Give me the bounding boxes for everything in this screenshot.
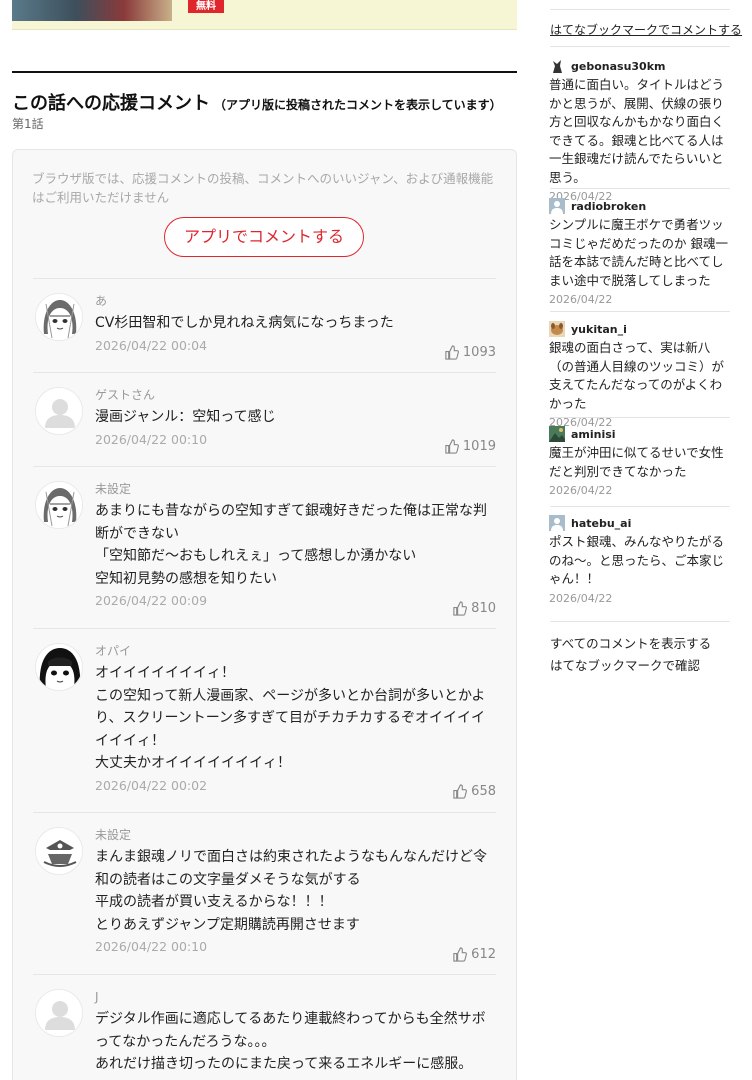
- dog-icon: [549, 321, 565, 337]
- bookmark-date: 2026/04/22: [549, 484, 613, 497]
- comment-text: あまりにも昔ながらの空知すぎて銀魂好きだった俺は正常な判 断ができない 「空知節だ～…: [95, 503, 487, 587]
- comment-item: 未設定 あまりにも昔ながらの空知すぎて銀魂好きだった俺は正常な判 断ができない 「空…: [33, 466, 496, 628]
- comment-text: デジタル作画に適応してるあたり連載終わってからも全然サボ ってなかったんだろうな。…: [95, 1011, 486, 1072]
- comment-item: 未設定 まんま銀魂ノリで面白さは約束されたようなもんなんだけど令 和の読者はこの文…: [33, 812, 496, 974]
- comment-item: J デジタル作画に適応してるあたり連載終わってからも全然サボ ってなかったんだろう…: [33, 974, 496, 1080]
- bookmark-user[interactable]: aminisi: [571, 428, 616, 441]
- like-count: 1019: [444, 439, 496, 454]
- comment-date: 2026/04/22 00:04: [95, 337, 208, 353]
- comment-text: まんま銀魂ノリで面白さは約束されたようなもんなんだけど令 和の読者はこの文字量ダメ…: [95, 849, 487, 933]
- bookmark-comment: シンプルに魔王ボケで勇者ツッコミじゃだめだったのか 銀魂一話を本誌で読んだ時と比…: [549, 217, 728, 288]
- comment-text: CV杉田智和でしか見れねえ病気になっちまった: [95, 315, 394, 331]
- hatena-comment-link[interactable]: はてなブックマークでコメントする: [550, 21, 742, 38]
- comment-text: 漫画ジャンル：空知って感じ: [95, 409, 276, 425]
- bookmark-user[interactable]: radiobroken: [571, 200, 646, 213]
- sidebar-divider: [550, 417, 730, 418]
- comment-item: オパイ オイイイイイイイィ！ この空知って新人漫画家、ページが多いとか台詞が多いと…: [33, 628, 496, 812]
- manga-girl-avatar[interactable]: [35, 481, 83, 529]
- bookmark-item: hatebu_ai ポスト銀魂、みんなやりたがるのね～。と思ったら、ご本家じゃん…: [549, 515, 731, 605]
- comment-author: ゲストさん: [95, 388, 156, 402]
- default-user-icon: [549, 198, 565, 214]
- sidebar-divider: [550, 188, 730, 189]
- thumbs-up-icon: [453, 601, 468, 616]
- section-divider: [12, 71, 517, 73]
- comment-author: あ: [95, 294, 108, 308]
- bookmark-date: 2026/04/22: [549, 293, 613, 306]
- sidebar-divider: [550, 9, 730, 10]
- comments-section-title: この話への応援コメント （アプリ版に投稿されたコメントを表示しています）: [12, 89, 502, 115]
- section-title: この話への応援コメント: [12, 93, 210, 114]
- manga-girl-avatar[interactable]: [35, 293, 83, 341]
- character-icon: [549, 58, 565, 74]
- comment-author: オパイ: [95, 644, 132, 658]
- thumbs-up-icon: [453, 784, 468, 799]
- episode-label: 第1話: [12, 117, 44, 131]
- bookmark-date: 2026/04/22: [549, 591, 613, 605]
- comment-card: ブラウザ版では、応援コメントの投稿、コメントへのいいジャン、および通報機能はご利…: [12, 149, 517, 1080]
- bookmark-comment: ポスト銀魂、みんなやりたがるのね～。と思ったら、ご本家じゃん！！: [549, 534, 725, 586]
- bookmark-item: radiobroken シンプルに魔王ボケで勇者ツッコミじゃだめだったのか 銀魂…: [549, 198, 731, 306]
- default-user-avatar[interactable]: [35, 989, 83, 1037]
- bookmark-item: yukitan_i 銀魂の面白さって、実は新八（の普通人目線のツッコミ）が支えて…: [549, 321, 731, 429]
- manga-dark-hair-avatar[interactable]: [35, 643, 83, 691]
- thumbs-up-icon: [453, 947, 468, 962]
- comment-text: オイイイイイイイィ！ この空知って新人漫画家、ページが多いとか台詞が多いとかよ り、…: [95, 665, 486, 771]
- comment-date: 2026/04/22 00:09: [95, 593, 208, 608]
- free-badge: 無料: [188, 0, 224, 13]
- like-count: 1093: [444, 345, 496, 360]
- landscape-icon: [549, 426, 565, 442]
- section-subtitle: （アプリ版に投稿されたコメントを表示しています）: [214, 98, 502, 112]
- comment-date: 2026/04/22 00:02: [95, 777, 208, 793]
- episode-banner[interactable]: 無料: [12, 0, 517, 30]
- sidebar-divider: [550, 621, 730, 622]
- like-count: 612: [452, 947, 496, 962]
- comment-date: 2026/04/22 00:10: [95, 939, 208, 954]
- bookmark-comment: 魔王が沖田に似てるせいで女性だと判別できてなかった: [549, 445, 724, 479]
- thumbs-up-icon: [445, 345, 459, 360]
- comment-author: J: [95, 990, 99, 1004]
- default-user-icon: [549, 515, 565, 531]
- bookmark-item: aminisi 魔王が沖田に似てるせいで女性だと判別できてなかった 2026/0…: [549, 426, 731, 497]
- bookmark-user[interactable]: gebonasu30km: [571, 60, 665, 73]
- comment-author: 未設定: [95, 828, 132, 842]
- sidebar-divider: [550, 311, 730, 312]
- comment-date: 2026/04/22 00:10: [95, 431, 208, 447]
- app-comment-button[interactable]: アプリでコメントする: [164, 217, 364, 257]
- bookmark-item: gebonasu30km 普通に面白い。タイトルはどうかと思うが、展開、伏線の張…: [549, 58, 731, 203]
- bookmark-user[interactable]: yukitan_i: [571, 323, 627, 336]
- like-count: 810: [452, 601, 496, 616]
- hatena-confirm-link[interactable]: はてなブックマークで確認: [550, 655, 700, 674]
- thumbs-up-icon: [445, 439, 459, 454]
- default-user-avatar[interactable]: [35, 387, 83, 435]
- episode-thumbnail[interactable]: [12, 0, 172, 21]
- sidebar-divider: [550, 506, 730, 507]
- pirate-ship-avatar[interactable]: [35, 827, 83, 875]
- sidebar-divider: [550, 46, 730, 47]
- bookmark-comment: 銀魂の面白さって、実は新八（の普通人目線のツッコミ）が支えてたんだなってのがよく…: [549, 340, 725, 411]
- comment-item: ゲストさん 漫画ジャンル：空知って感じ 2026/04/22 00:10 101…: [33, 372, 496, 466]
- comment-author: 未設定: [95, 482, 132, 496]
- browser-notice: ブラウザ版では、応援コメントの投稿、コメントへのいいジャン、および通報機能はご利…: [32, 171, 494, 205]
- like-count: 658: [452, 784, 496, 799]
- bookmark-comment: 普通に面白い。タイトルはどうかと思うが、展開、伏線の張り方と回収なんかもかなり面…: [549, 77, 725, 185]
- bookmark-user[interactable]: hatebu_ai: [571, 517, 631, 530]
- comment-item: あ CV杉田智和でしか見れねえ病気になっちまった 2026/04/22 00:0…: [33, 278, 496, 372]
- show-all-comments-link[interactable]: すべてのコメントを表示する: [550, 633, 711, 652]
